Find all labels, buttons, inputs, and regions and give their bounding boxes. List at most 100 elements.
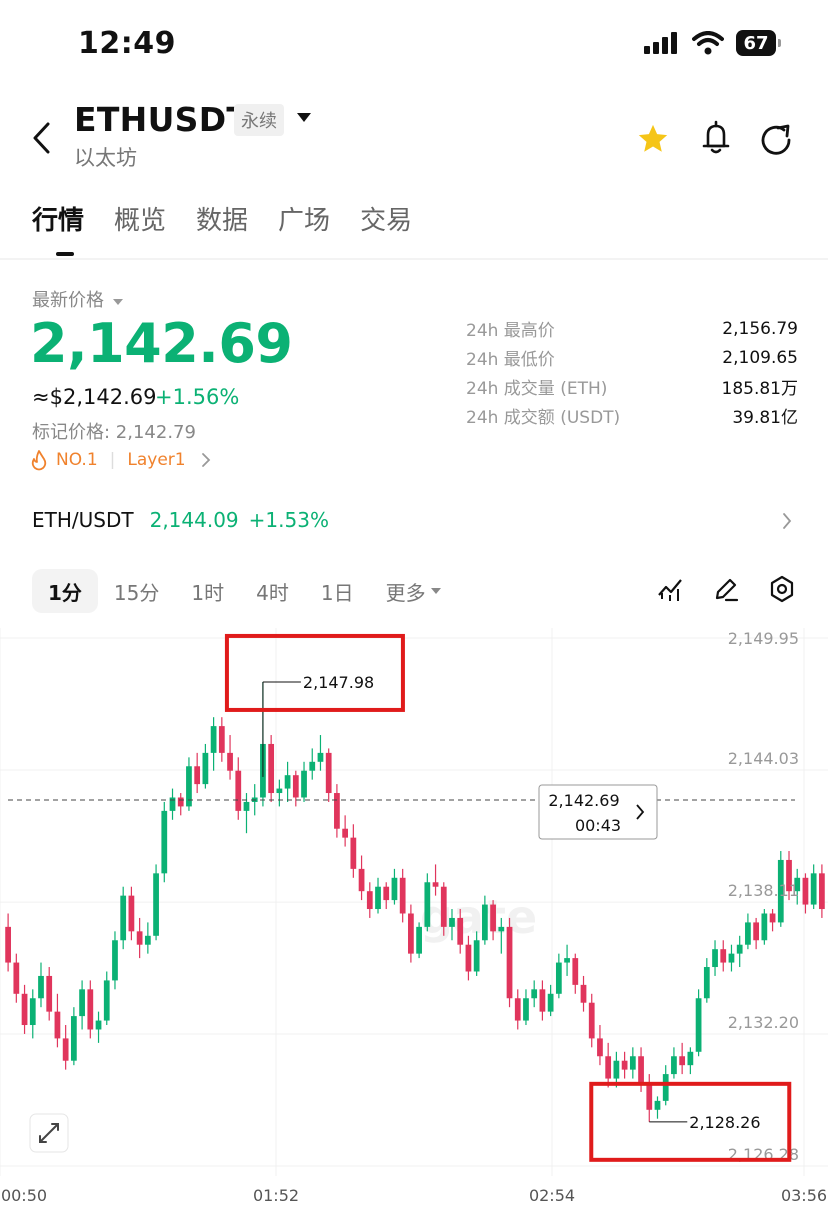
back-icon[interactable] [30, 120, 54, 156]
stat-row-volume: 24h 成交量 (ETH) 185.81万 [466, 372, 798, 401]
symbol-title[interactable]: ETHUSDT [74, 100, 249, 139]
high-price-label: 2,147.98 [303, 673, 374, 692]
candle-body [605, 1056, 612, 1079]
candle-body [769, 913, 776, 923]
tab-overview[interactable]: 概览 [114, 200, 166, 237]
candle-body [695, 998, 702, 1052]
candle-body [597, 1038, 603, 1057]
x-tick-label: 00:50 [1, 1186, 47, 1205]
spot-pair: ETH/USDT [32, 508, 134, 532]
chart-watermark: gate [420, 890, 537, 944]
candle-body [629, 1056, 636, 1070]
candle-body [720, 949, 727, 963]
signal-icon [644, 32, 677, 54]
star-icon[interactable] [636, 122, 670, 156]
current-price-box-countdown: 00:43 [575, 816, 621, 835]
candle-body [712, 949, 718, 968]
candle-body [399, 877, 406, 914]
bell-icon[interactable] [700, 120, 732, 156]
candle-body [449, 917, 455, 927]
candle-body [309, 761, 316, 771]
candle-body [29, 998, 36, 1026]
low-price-label: 2,128.26 [689, 1113, 760, 1132]
current-price-box[interactable]: 2,142.69 00:43 [538, 784, 658, 840]
stat-value: 2,156.79 [722, 318, 798, 339]
settings-hexagon-icon[interactable] [768, 575, 796, 603]
x-tick-label: 02:54 [529, 1186, 575, 1205]
candle-body [317, 752, 324, 762]
interval-4h[interactable]: 4时 [240, 569, 305, 613]
tab-trade[interactable]: 交易 [360, 200, 412, 237]
spot-pair-row[interactable]: ETH/USDT 2,144.09 +1.53% [32, 508, 329, 532]
stat-value: 39.81亿 [732, 408, 798, 428]
category-tag: Layer1 [127, 450, 186, 470]
candle-body [70, 1016, 77, 1061]
candle-body [761, 913, 768, 941]
candle-body [375, 886, 381, 910]
candle-body [292, 775, 299, 798]
stat-row-high: 24h 最高价 2,156.79 [466, 314, 798, 343]
candle-body [54, 1011, 61, 1039]
candle-body [62, 1038, 69, 1061]
draw-pencil-icon[interactable] [712, 575, 740, 603]
candle-body [613, 1060, 620, 1079]
chart-tools [656, 575, 796, 603]
candle-body [194, 766, 201, 785]
candle-body [21, 993, 28, 1026]
mark-price: 标记价格: 2,142.79 [32, 422, 196, 443]
candle-body [481, 904, 488, 941]
status-time: 12:49 [78, 26, 176, 61]
interval-selector: 1分 15分 1时 4时 1日 更多 [32, 569, 458, 613]
spot-price: 2,144.09 [149, 508, 239, 532]
tag-row[interactable]: NO.1 | Layer1 [30, 449, 212, 471]
indicator-icon[interactable] [656, 575, 684, 603]
candle-body [391, 877, 398, 901]
candle-body [539, 989, 546, 1012]
battery-indicator: 67 [736, 30, 781, 56]
spot-chevron-icon[interactable] [780, 511, 794, 531]
interval-15m[interactable]: 15分 [98, 569, 175, 613]
candlestick-chart[interactable]: gate 2,149.95 2,144.03 2,138.11 2,132.20 2,1… [0, 628, 828, 1218]
candle-body [703, 967, 710, 999]
wifi-icon [692, 31, 724, 55]
contract-type-badge: 永续 [234, 104, 284, 136]
stat-label: 24h 最低价 [466, 350, 555, 370]
tab-data[interactable]: 数据 [196, 200, 248, 237]
candle-body [202, 752, 209, 785]
share-icon[interactable] [760, 122, 794, 156]
candle-body [235, 770, 242, 811]
dropdown-icon[interactable] [296, 112, 312, 124]
tab-market[interactable]: 行情 [32, 200, 84, 256]
candle-body [161, 810, 168, 874]
tab-square[interactable]: 广场 [278, 200, 330, 237]
candle-body [564, 958, 570, 963]
interval-more[interactable]: 更多 [370, 569, 458, 613]
candle-body [802, 877, 809, 905]
latest-price-label[interactable]: 最新价格 [32, 286, 124, 312]
candle-body [243, 801, 250, 811]
candle-body [366, 891, 373, 910]
y-tick-label: 2,132.20 [728, 1013, 799, 1032]
interval-more-label: 更多 [385, 580, 426, 605]
stat-label: 24h 成交额 (USDT) [466, 408, 621, 428]
candle-body [819, 873, 825, 910]
candle-body [136, 931, 143, 945]
candle-body [153, 873, 159, 936]
candle-body [671, 1056, 677, 1075]
interval-1h[interactable]: 1时 [175, 569, 240, 613]
candle-body [679, 1056, 686, 1066]
interval-1m[interactable]: 1分 [32, 569, 98, 613]
candle-body [753, 922, 760, 941]
expand-icon[interactable] [29, 1113, 69, 1153]
current-price-box-price: 2,142.69 [548, 791, 619, 810]
candle-body [358, 868, 365, 892]
interval-1d[interactable]: 1日 [305, 569, 370, 613]
candle-body [227, 752, 233, 771]
candle-body [523, 998, 529, 1021]
main-tabs: 行情 概览 数据 广场 交易 [32, 200, 412, 256]
candle-body [383, 886, 390, 901]
candle-body [646, 1083, 653, 1110]
candle-body [103, 980, 110, 1021]
candle-body [514, 998, 521, 1021]
candle-body [638, 1056, 644, 1084]
